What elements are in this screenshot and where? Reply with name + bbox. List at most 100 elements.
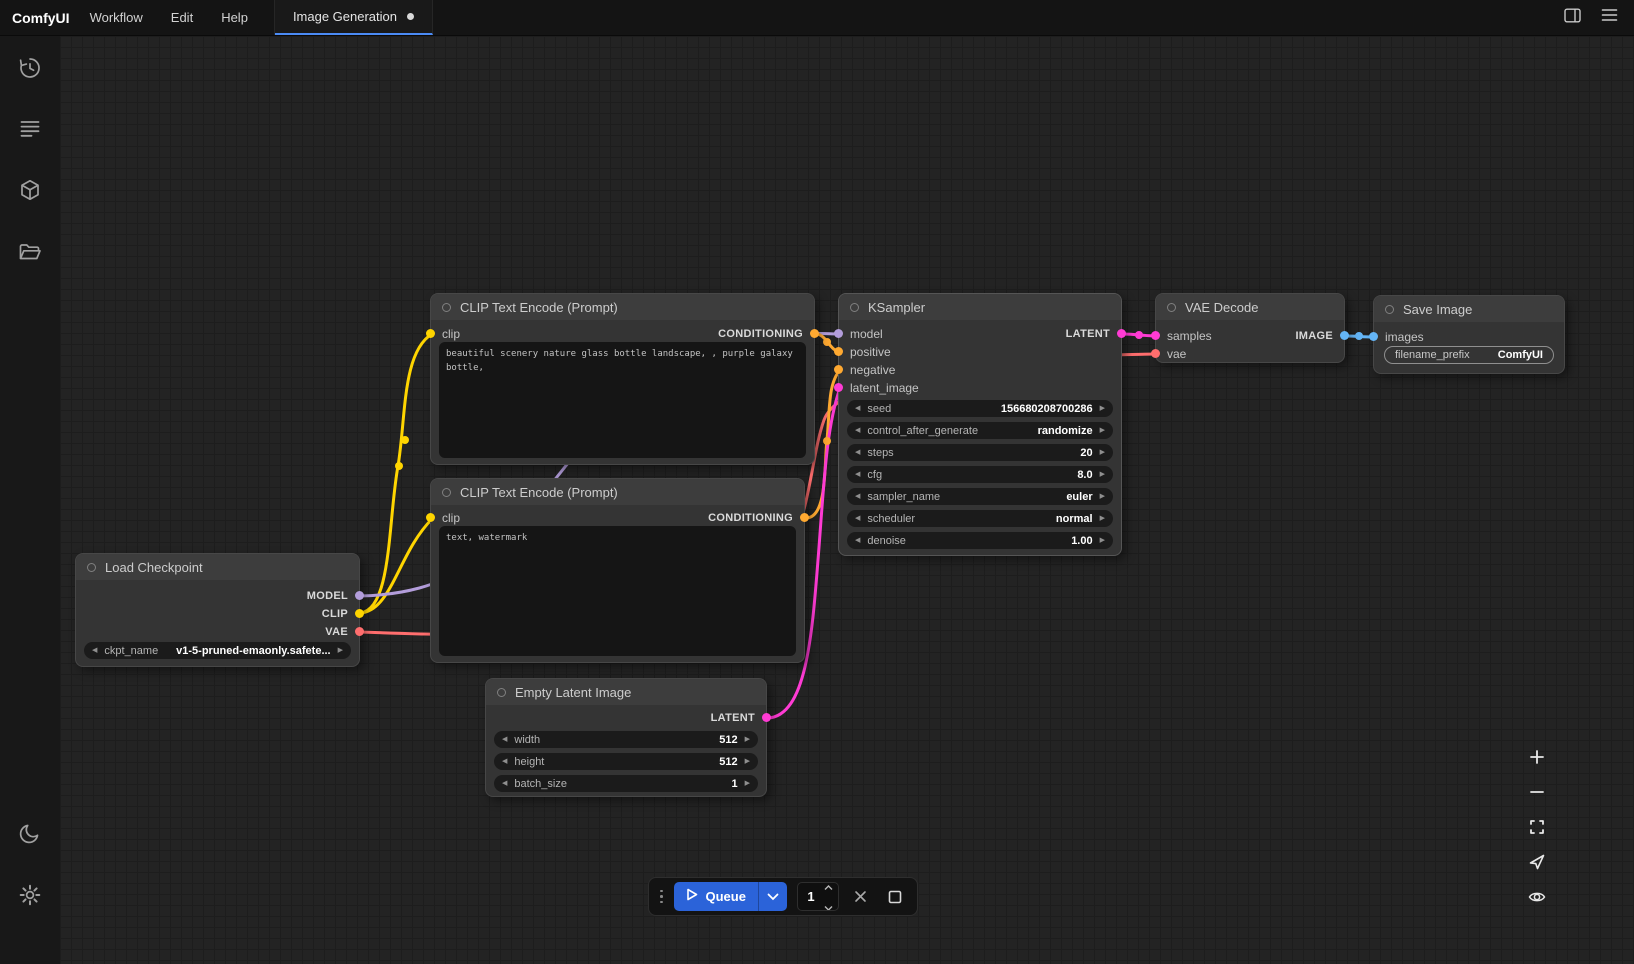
node-header[interactable]: CLIP Text Encode (Prompt) (431, 294, 814, 320)
port-latent-output[interactable] (762, 713, 771, 722)
port-image-output[interactable] (1340, 331, 1349, 340)
widget-control-after-generate[interactable]: ◀ control_after_generate randomize ▶ (847, 422, 1113, 439)
prev-arrow-icon[interactable]: ◀ (502, 753, 507, 770)
port-latent-image-input[interactable] (834, 383, 843, 392)
collapse-dot[interactable] (442, 303, 451, 312)
widget-seed[interactable]: ◀ seed 156680208700286 ▶ (847, 400, 1113, 417)
prev-arrow-icon[interactable]: ◀ (855, 422, 860, 439)
next-arrow-icon[interactable]: ▶ (1100, 400, 1105, 417)
menu-help[interactable]: Help (221, 10, 248, 25)
history-icon[interactable] (15, 53, 45, 83)
widget-ckpt-name[interactable]: ◀ ckpt_name v1-5-pruned-emaonly.safete..… (84, 642, 351, 659)
prompt-textarea[interactable]: beautiful scenery nature glass bottle la… (439, 342, 806, 458)
port-samples-input[interactable] (1151, 331, 1160, 340)
workflows-folder-icon[interactable] (15, 237, 45, 267)
node-header[interactable]: CLIP Text Encode (Prompt) (431, 479, 804, 505)
stepper-up-icon[interactable] (824, 882, 833, 896)
port-model-input[interactable] (834, 329, 843, 338)
widget-sampler-name[interactable]: ◀ sampler_name euler ▶ (847, 488, 1113, 505)
fit-view-icon[interactable] (1521, 812, 1553, 842)
next-arrow-icon[interactable]: ▶ (1100, 422, 1105, 439)
zoom-in-icon[interactable] (1521, 742, 1553, 772)
prev-arrow-icon[interactable]: ◀ (855, 532, 860, 549)
collapse-dot[interactable] (87, 563, 96, 572)
drag-handle-icon[interactable] (659, 890, 664, 904)
next-arrow-icon[interactable]: ▶ (1100, 444, 1105, 461)
next-arrow-icon[interactable]: ▶ (1100, 466, 1105, 483)
port-conditioning-output[interactable] (810, 329, 819, 338)
node-load-checkpoint[interactable]: Load Checkpoint MODEL CLIP VAE ◀ ckpt_na… (75, 553, 360, 667)
widget-filename-prefix[interactable]: filename_prefix ComfyUI (1384, 346, 1554, 364)
port-model-output[interactable] (355, 591, 364, 600)
stop-icon[interactable] (883, 882, 907, 911)
node-header[interactable]: Save Image (1374, 296, 1564, 322)
port-vae-input[interactable] (1151, 349, 1160, 358)
prev-arrow-icon[interactable]: ◀ (855, 444, 860, 461)
next-arrow-icon[interactable]: ▶ (745, 775, 750, 792)
prev-arrow-icon[interactable]: ◀ (855, 466, 860, 483)
widget-name: ckpt_name (104, 645, 158, 657)
next-arrow-icon[interactable]: ▶ (1100, 488, 1105, 505)
next-arrow-icon[interactable]: ▶ (1100, 532, 1105, 549)
widget-height[interactable]: ◀ height 512 ▶ (494, 753, 758, 770)
next-arrow-icon[interactable]: ▶ (745, 753, 750, 770)
node-save-image[interactable]: Save Image images filename_prefix ComfyU… (1373, 295, 1565, 374)
widget-batch-size[interactable]: ◀ batch_size 1 ▶ (494, 775, 758, 792)
menu-edit[interactable]: Edit (171, 10, 193, 25)
collapse-dot[interactable] (850, 303, 859, 312)
port-clip-input[interactable] (426, 513, 435, 522)
queue-button[interactable]: Queue (674, 882, 787, 911)
next-arrow-icon[interactable]: ▶ (338, 642, 343, 659)
hamburger-menu-icon[interactable] (1601, 8, 1618, 27)
theme-moon-icon[interactable] (15, 818, 45, 848)
toggle-visibility-eye-icon[interactable] (1521, 882, 1553, 912)
prev-arrow-icon[interactable]: ◀ (855, 400, 860, 417)
node-header[interactable]: VAE Decode (1156, 294, 1344, 320)
clear-queue-icon[interactable] (849, 882, 873, 911)
port-positive-input[interactable] (834, 347, 843, 356)
collapse-dot[interactable] (442, 488, 451, 497)
menu-workflow[interactable]: Workflow (90, 10, 143, 25)
next-arrow-icon[interactable]: ▶ (1100, 510, 1105, 527)
settings-gear-icon[interactable] (15, 880, 45, 910)
port-negative-input[interactable] (834, 365, 843, 374)
zoom-out-icon[interactable] (1521, 777, 1553, 807)
node-header[interactable]: KSampler (839, 294, 1121, 320)
widget-cfg[interactable]: ◀ cfg 8.0 ▶ (847, 466, 1113, 483)
queue-list-icon[interactable] (15, 113, 45, 143)
port-vae-output[interactable] (355, 627, 364, 636)
panel-toggle-icon[interactable] (1564, 7, 1581, 29)
prev-arrow-icon[interactable]: ◀ (502, 775, 507, 792)
prev-arrow-icon[interactable]: ◀ (502, 731, 507, 748)
node-vae-decode[interactable]: VAE Decode samples vae IMAGE (1155, 293, 1345, 363)
port-images-input[interactable] (1369, 332, 1378, 341)
tab-image-generation[interactable]: Image Generation (275, 0, 433, 35)
port-clip-input[interactable] (426, 329, 435, 338)
widget-steps[interactable]: ◀ steps 20 ▶ (847, 444, 1113, 461)
stepper-down-icon[interactable] (824, 898, 833, 912)
widget-denoise[interactable]: ◀ denoise 1.00 ▶ (847, 532, 1113, 549)
batch-count-stepper[interactable]: 1 (797, 882, 839, 911)
node-ksampler[interactable]: KSampler model positive negative latent_… (838, 293, 1122, 556)
node-header[interactable]: Load Checkpoint (76, 554, 359, 580)
port-latent-output[interactable] (1117, 329, 1126, 338)
node-clip-text-encode-positive[interactable]: CLIP Text Encode (Prompt) clip CONDITION… (430, 293, 815, 465)
port-clip-output[interactable] (355, 609, 364, 618)
prev-arrow-icon[interactable]: ◀ (855, 488, 860, 505)
prev-arrow-icon[interactable]: ◀ (92, 642, 97, 659)
node-clip-text-encode-negative[interactable]: CLIP Text Encode (Prompt) clip CONDITION… (430, 478, 805, 663)
collapse-dot[interactable] (1167, 303, 1176, 312)
prompt-textarea[interactable]: text, watermark (439, 526, 796, 656)
prev-arrow-icon[interactable]: ◀ (855, 510, 860, 527)
node-header[interactable]: Empty Latent Image (486, 679, 766, 705)
queue-dropdown-caret[interactable] (758, 882, 787, 911)
widget-scheduler[interactable]: ◀ scheduler normal ▶ (847, 510, 1113, 527)
select-mode-icon[interactable] (1521, 847, 1553, 877)
next-arrow-icon[interactable]: ▶ (745, 731, 750, 748)
widget-width[interactable]: ◀ width 512 ▶ (494, 731, 758, 748)
collapse-dot[interactable] (497, 688, 506, 697)
port-conditioning-output[interactable] (800, 513, 809, 522)
model-library-icon[interactable] (15, 175, 45, 205)
collapse-dot[interactable] (1385, 305, 1394, 314)
node-empty-latent-image[interactable]: Empty Latent Image LATENT ◀ width 512 ▶ … (485, 678, 767, 797)
